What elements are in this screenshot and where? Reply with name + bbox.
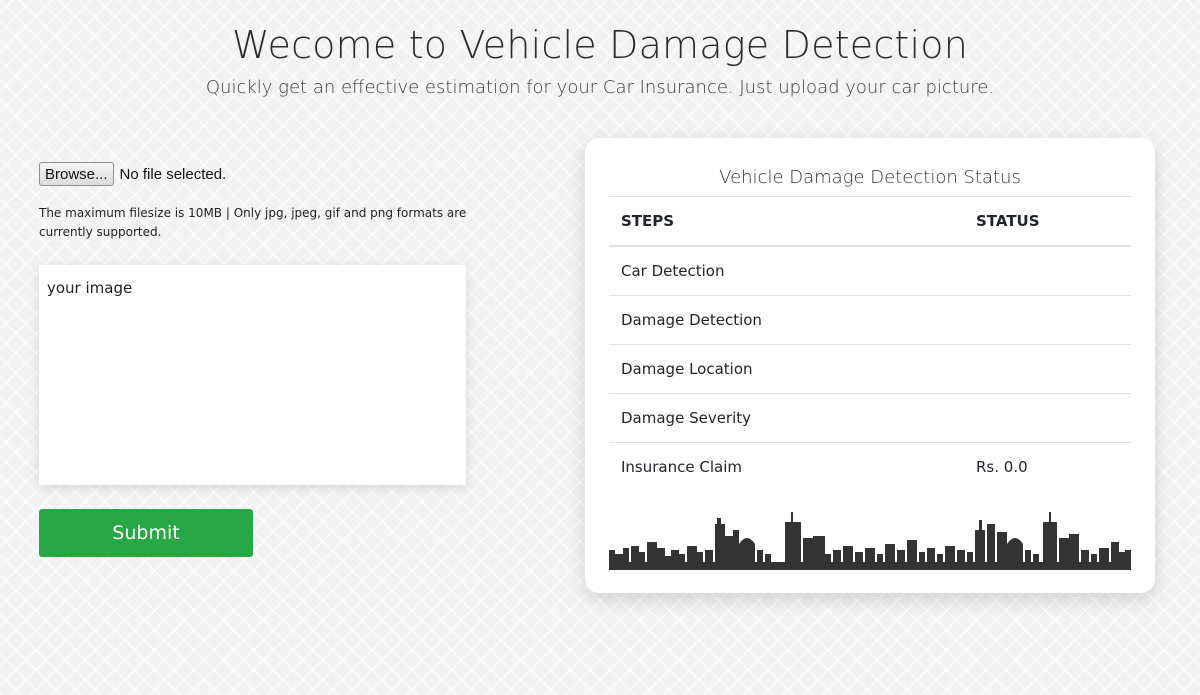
status-cell: Rs. 0.0 bbox=[976, 458, 1028, 476]
table-row: Insurance Claim Rs. 0.0 bbox=[609, 443, 1131, 492]
table-row: Damage Location bbox=[609, 344, 1131, 394]
step-cell: Car Detection bbox=[609, 246, 964, 296]
image-preview: your image bbox=[39, 265, 466, 485]
step-cell: Insurance Claim bbox=[621, 458, 742, 476]
table-row: Car Detection bbox=[609, 246, 1131, 296]
status-cell bbox=[964, 393, 1131, 443]
status-card-title: Vehicle Damage Detection Status bbox=[719, 167, 1021, 188]
browse-button[interactable]: Browse... bbox=[39, 162, 114, 186]
status-cell bbox=[964, 344, 1131, 394]
upload-hint: The maximum filesize is 10MB | Only jpg,… bbox=[39, 206, 467, 239]
column-header-status: STATUS bbox=[964, 196, 1131, 247]
page-title: Wecome to Vehicle Damage Detection bbox=[231, 23, 969, 67]
table-header-row: STEPS STATUS bbox=[609, 196, 1131, 247]
status-table: STEPS STATUS Car Detection Damage Detect… bbox=[609, 196, 1131, 491]
table-row: Damage Detection bbox=[609, 295, 1131, 345]
status-card: Vehicle Damage Detection Status STEPS ST… bbox=[585, 138, 1155, 593]
submit-button[interactable]: Submit bbox=[39, 509, 253, 557]
image-placeholder-text: your image bbox=[47, 279, 133, 297]
column-header-steps: STEPS bbox=[609, 196, 964, 247]
status-cell bbox=[964, 246, 1131, 296]
step-cell: Damage Severity bbox=[609, 393, 964, 443]
status-cell bbox=[964, 295, 1131, 345]
table-row: Damage Severity bbox=[609, 393, 1131, 443]
page-subtitle: Quickly get an effective estimation for … bbox=[205, 77, 995, 98]
file-input[interactable]: Browse... No file selected. bbox=[39, 162, 226, 186]
step-cell: Damage Detection bbox=[609, 295, 964, 345]
city-skyline-illustration bbox=[609, 512, 1131, 570]
step-cell: Damage Location bbox=[609, 344, 964, 394]
file-status-text: No file selected. bbox=[119, 165, 227, 183]
